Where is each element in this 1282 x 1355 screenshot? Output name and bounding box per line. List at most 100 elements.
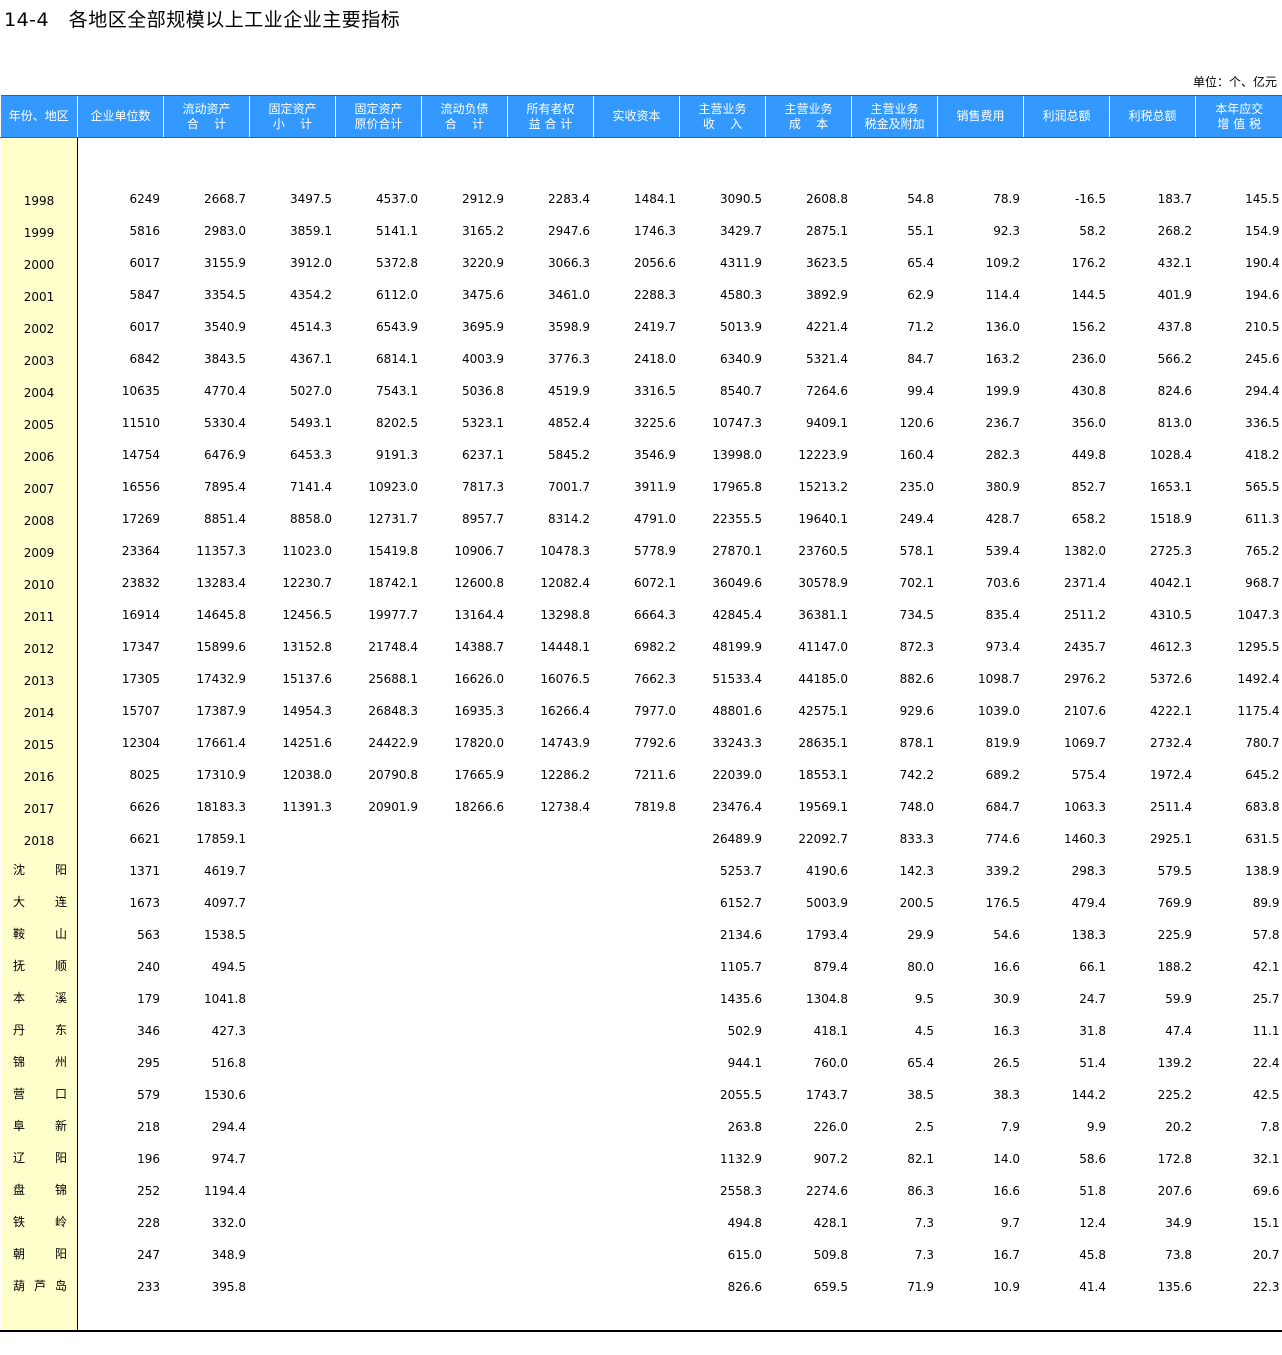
row-label-region: 葫芦岛 (0, 1267, 78, 1300)
table-cell: 631.5 (1195, 819, 1282, 852)
table-row: 2006 14754 6476.9 6453.3 9191.3 6237.1 5845.2 3… (0, 435, 1282, 468)
table-cell: 16.6 (937, 947, 1024, 980)
empty-cell (335, 1299, 422, 1330)
table-cell: 5845.2 (507, 435, 594, 468)
table-cell: 418.1 (765, 1011, 852, 1044)
table-cell: 5003.9 (765, 883, 852, 916)
table-cell: 16.6 (937, 1171, 1024, 1204)
table-cell: 5141.1 (335, 211, 422, 244)
table-cell: 6112.0 (335, 275, 422, 308)
table-cell: 7001.7 (507, 467, 594, 500)
table-cell: 58.2 (1023, 211, 1110, 244)
table-cell: 2274.6 (765, 1171, 852, 1204)
table-cell: 36381.1 (765, 595, 852, 628)
table-cell: 12304 (77, 723, 164, 756)
table-cell: 1492.4 (1195, 659, 1282, 692)
column-header-line: 合 计 (186, 116, 227, 131)
table-cell: 10923.0 (335, 467, 422, 500)
table-cell: 20790.8 (335, 755, 422, 788)
table-cell (593, 819, 680, 852)
table-cell: 13998.0 (679, 435, 766, 468)
unit-label: 单位：个、亿元 (1192, 75, 1277, 89)
table-cell: 6842 (77, 339, 164, 372)
table-cell: 136.0 (937, 307, 1024, 340)
table-cell: 1484.1 (593, 179, 680, 212)
table-cell: 563 (77, 915, 164, 948)
table-cell (421, 819, 508, 852)
table-cell: 494.8 (679, 1203, 766, 1236)
row-label-year: 2000 (0, 243, 78, 276)
table-cell: 135.6 (1109, 1267, 1196, 1300)
header-row: 年份、地区 企业单位数 流动资产合 计固定资产小 计固定资产 原价合计 流动负债合 计所… (0, 95, 1282, 138)
table-cell (421, 1075, 508, 1108)
table-cell (335, 1075, 422, 1108)
table-cell: 89.9 (1195, 883, 1282, 916)
empty-cell (421, 137, 508, 180)
table-cell: 18553.1 (765, 755, 852, 788)
empty-cell (1023, 1299, 1110, 1330)
table-cell: 760.0 (765, 1043, 852, 1076)
empty-cell (593, 137, 680, 180)
table-cell: 2134.6 (679, 915, 766, 948)
row-label-year: 2015 (0, 723, 78, 756)
table-cell: 929.6 (851, 691, 938, 724)
table-cell (249, 1235, 336, 1268)
table-cell: 6152.7 (679, 883, 766, 916)
table-cell: 41147.0 (765, 627, 852, 660)
row-label-year: 1998 (0, 179, 78, 212)
table-cell: 218 (77, 1107, 164, 1140)
row-label-region: 大连 (0, 883, 78, 916)
table-cell: 16076.5 (507, 659, 594, 692)
table-cell: 24.7 (1023, 979, 1110, 1012)
empty-cell (77, 137, 164, 180)
table-cell: 968.7 (1195, 563, 1282, 596)
table-cell: 17965.8 (679, 467, 766, 500)
column-header-line: 增 值 税 (1217, 116, 1262, 131)
table-cell: 1132.9 (679, 1139, 766, 1172)
table-cell: 659.5 (765, 1267, 852, 1300)
table-cell: 15213.2 (765, 467, 852, 500)
table-cell (421, 1171, 508, 1204)
table-cell: 4537.0 (335, 179, 422, 212)
table-cell: 689.2 (937, 755, 1024, 788)
table-cell: 172.8 (1109, 1139, 1196, 1172)
row-label-year: 2007 (0, 467, 78, 500)
table-cell: 427.3 (163, 1011, 250, 1044)
table-cell: 12286.2 (507, 755, 594, 788)
table-cell: 80.0 (851, 947, 938, 980)
table-cell: 42575.1 (765, 691, 852, 724)
table-cell: 12456.5 (249, 595, 336, 628)
row-label-region: 朝阳 (0, 1235, 78, 1268)
table-cell: 395.8 (163, 1267, 250, 1300)
table-cell: 65.4 (851, 1043, 938, 1076)
table-cell (249, 1011, 336, 1044)
table-cell: 4367.1 (249, 339, 336, 372)
table-row: 1999 5816 2983.0 3859.1 5141.1 3165.2 2947.6 17… (0, 211, 1282, 244)
table-cell: 10635 (77, 371, 164, 404)
table-cell: 34.9 (1109, 1203, 1196, 1236)
table-cell: 5816 (77, 211, 164, 244)
row-label-year: 2013 (0, 659, 78, 692)
table-cell: 11023.0 (249, 531, 336, 564)
table-cell: 45.8 (1023, 1235, 1110, 1268)
table-cell (593, 1267, 680, 1300)
table-cell: 20.2 (1109, 1107, 1196, 1140)
table-cell: 4791.0 (593, 499, 680, 532)
table-cell: 99.4 (851, 371, 938, 404)
table-cell: 1435.6 (679, 979, 766, 1012)
column-header-line: 固定资产 (268, 101, 317, 116)
table-cell: 41.4 (1023, 1267, 1110, 1300)
table-cell: 7662.3 (593, 659, 680, 692)
table-cell: 190.4 (1195, 243, 1282, 276)
table-cell: 138.3 (1023, 915, 1110, 948)
table-cell: 22092.7 (765, 819, 852, 852)
table-cell: 13298.8 (507, 595, 594, 628)
table-row: 抚顺 240 494.5 1105.7 879.4 80.0 16.6 66.1 188.2 42… (0, 947, 1282, 980)
table-cell: 332.0 (163, 1203, 250, 1236)
table-cell (249, 1203, 336, 1236)
table-cell: 401.9 (1109, 275, 1196, 308)
table-cell: 17665.9 (421, 755, 508, 788)
table-cell: 6543.9 (335, 307, 422, 340)
table-cell: 14448.1 (507, 627, 594, 660)
table-cell: 160.4 (851, 435, 938, 468)
